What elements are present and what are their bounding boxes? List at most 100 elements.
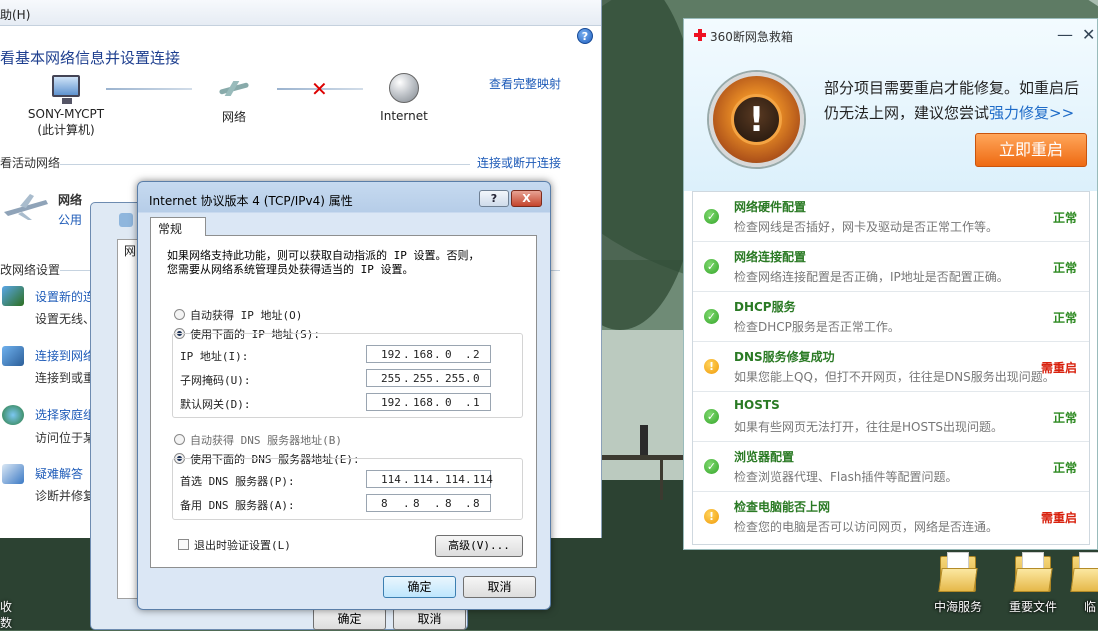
task-setup-desc: 设置无线、 bbox=[35, 312, 96, 326]
alternate-dns-field[interactable]: 8 8 8 8... bbox=[366, 494, 491, 512]
description: 如果网络支持此功能，则可以获取自动指派的 IP 设置。否则， 您需要从网络系统管… bbox=[167, 249, 480, 277]
ip-dot: . bbox=[434, 396, 441, 409]
ip-octet[interactable]: 8 bbox=[381, 497, 388, 510]
connect-network-icon bbox=[2, 346, 24, 366]
item-hint: 检查网络连接配置是否正确，IP地址是否配置正确。 bbox=[734, 270, 1009, 284]
cancel-button[interactable]: 取消 bbox=[393, 608, 466, 630]
force-repair-link[interactable]: 强力修复>> bbox=[989, 104, 1074, 122]
desktop-icon-label: 临 bbox=[1083, 600, 1096, 614]
ip-octet[interactable]: 192 bbox=[381, 348, 401, 361]
desktop-folder-zhonghai[interactable]: 中海服务 bbox=[926, 552, 990, 615]
computer-icon bbox=[52, 75, 80, 104]
ip-octet[interactable]: 8 bbox=[445, 497, 452, 510]
troubleshoot-icon bbox=[2, 464, 24, 484]
ip-octet[interactable]: 168 bbox=[413, 348, 433, 361]
desktop-icon-label: 重要文件 bbox=[1008, 600, 1057, 614]
connection-line bbox=[106, 88, 192, 90]
task-setup-connection[interactable]: 设置新的连 bbox=[35, 288, 95, 305]
task-troubleshoot[interactable]: 疑难解答 bbox=[35, 465, 83, 482]
item-name: 检查电脑能否上网 bbox=[734, 500, 831, 514]
tab-fragment[interactable]: 网 bbox=[124, 242, 136, 259]
ip-octet[interactable]: 0 bbox=[445, 396, 452, 409]
preferred-dns-field[interactable]: 114 114 114 114... bbox=[366, 470, 493, 488]
ok-button[interactable]: 确定 bbox=[383, 576, 456, 598]
ip-dot: . bbox=[465, 372, 472, 385]
airplane-network-icon bbox=[4, 194, 48, 220]
item-name: 网络硬件配置 bbox=[734, 200, 807, 214]
ip-dot: . bbox=[465, 396, 472, 409]
desktop-icon-label: 中海服务 bbox=[933, 600, 982, 614]
menu-help[interactable]: 助(H) bbox=[0, 8, 30, 22]
ip-octet[interactable]: 1 bbox=[473, 396, 480, 409]
alternate-dns-label: 备用 DNS 服务器(A): bbox=[180, 499, 295, 512]
item-status: 正常 bbox=[1052, 211, 1077, 225]
warning-icon: ! bbox=[709, 72, 804, 167]
folder-icon bbox=[1070, 552, 1098, 594]
ip-dot: . bbox=[434, 497, 441, 510]
ip-octet[interactable]: 114 bbox=[473, 473, 493, 486]
help-icon[interactable]: ? bbox=[577, 28, 593, 44]
gateway-field[interactable]: 192 168 0 1... bbox=[366, 393, 491, 411]
close-button[interactable]: ✕ bbox=[1082, 25, 1095, 44]
desktop-folder-important[interactable]: 重要文件 bbox=[1001, 552, 1065, 615]
description-line: 如果网络支持此功能，则可以获取自动指派的 IP 设置。否则， bbox=[167, 249, 480, 262]
ok-button[interactable]: 确定 bbox=[313, 608, 386, 630]
validate-checkbox[interactable]: 退出时验证设置(L) bbox=[178, 537, 291, 553]
ip-octet[interactable]: 8 bbox=[473, 497, 480, 510]
ip-dot: . bbox=[434, 348, 441, 361]
check-ok-icon: ✓ bbox=[704, 259, 719, 274]
item-name: 浏览器配置 bbox=[734, 450, 795, 464]
ip-dot: . bbox=[434, 372, 441, 385]
ip-octet[interactable]: 114 bbox=[381, 473, 401, 486]
ip-octet[interactable]: 168 bbox=[413, 396, 433, 409]
network-type-link[interactable]: 公用 bbox=[58, 211, 82, 228]
view-full-map-link[interactable]: 查看完整映射 bbox=[489, 75, 561, 92]
page-title: 看基本网络信息并设置连接 bbox=[0, 49, 181, 67]
ip-octet[interactable]: 192 bbox=[381, 396, 401, 409]
menu-bar: 助(H) bbox=[0, 0, 601, 26]
active-networks-heading: 看活动网络 bbox=[0, 156, 61, 170]
task-connect-network[interactable]: 连接到网络 bbox=[35, 347, 95, 364]
ip-octet[interactable]: 114 bbox=[445, 473, 465, 486]
item-name: DHCP服务 bbox=[734, 300, 796, 314]
cancel-button[interactable]: 取消 bbox=[463, 576, 536, 598]
ip-octet[interactable]: 255 bbox=[413, 372, 433, 385]
ip-octet[interactable]: 0 bbox=[473, 372, 480, 385]
auto-ip-radio[interactable]: 自动获得 IP 地址(O) bbox=[174, 307, 302, 323]
ip-octet[interactable]: 2 bbox=[473, 348, 480, 361]
disconnected-x-icon: ✕ bbox=[311, 77, 328, 101]
task-homegroup[interactable]: 选择家庭组 bbox=[35, 406, 95, 423]
node-this-computer: SONY-MYCPT (此计算机) bbox=[22, 75, 110, 138]
minimize-button[interactable]: — bbox=[1057, 25, 1073, 44]
tcp-ipv4-properties-dialog: Internet 协议版本 4 (TCP/IPv4) 属性 ? X 常规 如果网… bbox=[137, 181, 551, 610]
restart-now-button[interactable]: 立即重启 bbox=[975, 133, 1087, 167]
ip-octet[interactable]: 8 bbox=[413, 497, 420, 510]
ip-octet[interactable]: 0 bbox=[445, 348, 452, 361]
ip-octet[interactable]: 255 bbox=[445, 372, 465, 385]
ip-octet[interactable]: 255 bbox=[381, 372, 401, 385]
general-panel: 如果网络支持此功能，则可以获取自动指派的 IP 设置。否则， 您需要从网络系统管… bbox=[150, 235, 537, 568]
internet-label: Internet bbox=[380, 109, 428, 123]
check-item: ! DNS服务修复成功 如果您能上QQ，但打不开网页，往往是DNS服务出现问题。… bbox=[693, 342, 1089, 392]
close-button[interactable]: X bbox=[511, 190, 542, 207]
repair-header: 360断网急救箱 — ✕ ! 部分项目需要重启才能修复。如重启后仍无法上网，建议… bbox=[684, 19, 1097, 191]
node-network: 网络 bbox=[212, 78, 256, 125]
ip-octet[interactable]: 114 bbox=[413, 473, 433, 486]
check-ok-icon: ✓ bbox=[704, 459, 719, 474]
ip-address-label: IP 地址(I): bbox=[180, 350, 249, 363]
subnet-mask-field[interactable]: 255 255 255 0... bbox=[366, 369, 491, 387]
first-aid-icon bbox=[694, 29, 706, 41]
tab-general[interactable]: 常规 bbox=[150, 217, 206, 236]
item-status: 需重启 bbox=[1040, 361, 1077, 375]
advanced-button[interactable]: 高级(V)... bbox=[435, 535, 523, 557]
ip-address-field[interactable]: 192 168 0 2... bbox=[366, 345, 491, 363]
help-button[interactable]: ? bbox=[479, 190, 509, 207]
ip-dot: . bbox=[403, 372, 410, 385]
computer-sub: (此计算机) bbox=[37, 123, 95, 137]
desktop-folder-temp[interactable]: 临 bbox=[1070, 552, 1098, 615]
check-item: ✓ HOSTS 如果有些网页无法打开，往往是HOSTS出现问题。 正常 bbox=[693, 392, 1089, 442]
setup-connection-icon bbox=[2, 286, 24, 306]
item-hint: 如果您能上QQ，但打不开网页，往往是DNS服务出现问题。 bbox=[734, 370, 1055, 384]
connect-disconnect-link[interactable]: 连接或断开连接 bbox=[477, 154, 561, 171]
auto-dns-radio[interactable]: 自动获得 DNS 服务器地址(B) bbox=[174, 432, 342, 448]
